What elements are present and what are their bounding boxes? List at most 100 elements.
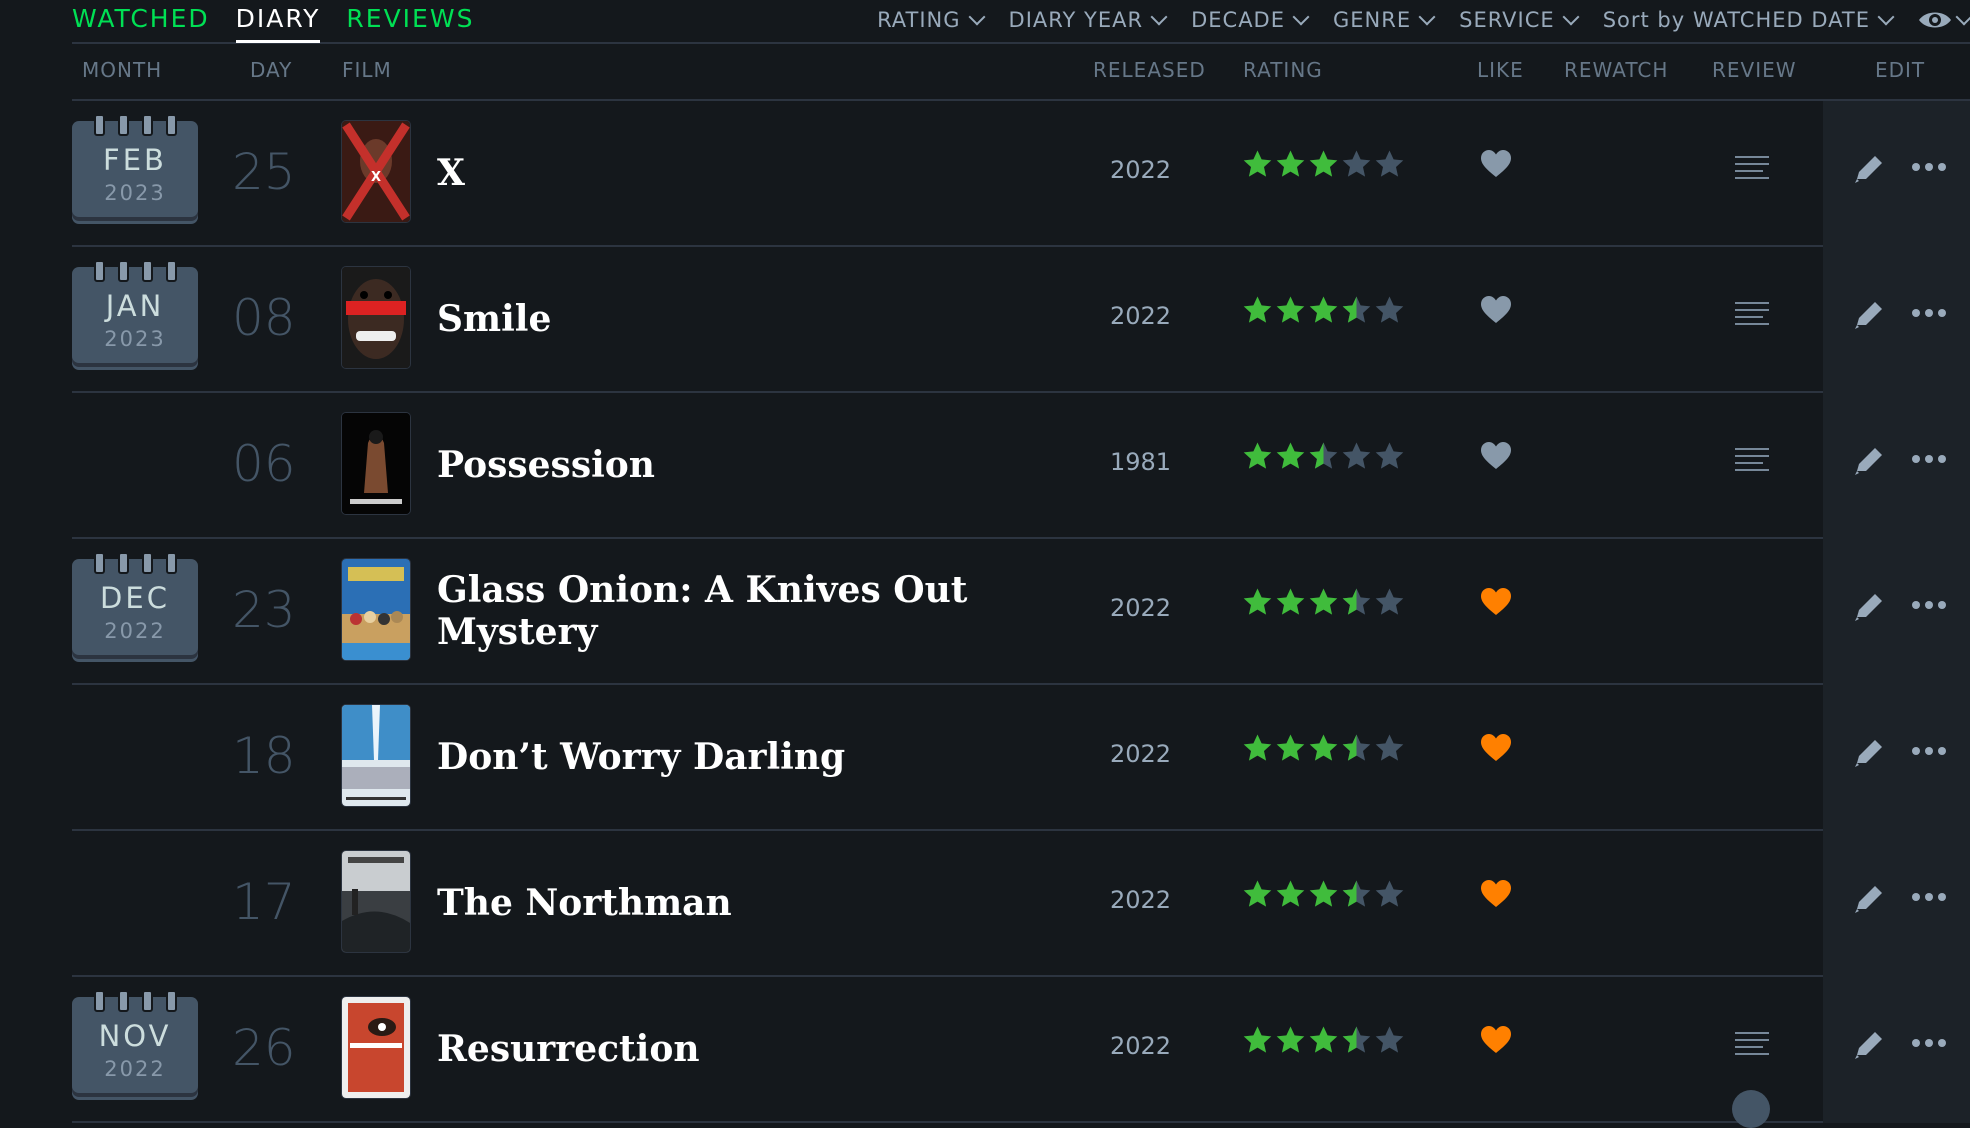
- dot: [1925, 163, 1933, 171]
- film-title[interactable]: The Northman: [437, 831, 977, 975]
- more-icon[interactable]: [1912, 601, 1946, 609]
- release-year[interactable]: 2022: [1110, 302, 1171, 330]
- heart-icon[interactable]: [1480, 1025, 1512, 1055]
- sort-dropdown[interactable]: Sort by WATCHED DATE: [1603, 8, 1895, 32]
- film-poster[interactable]: [342, 851, 410, 952]
- review-lines-icon[interactable]: [1735, 302, 1769, 330]
- rating-stars[interactable]: [1242, 441, 1405, 472]
- review-lines-icon[interactable]: [1735, 156, 1769, 184]
- chevron-down-icon: [1292, 8, 1310, 26]
- star-icon: [1375, 1026, 1404, 1053]
- release-year[interactable]: 2022: [1110, 886, 1171, 914]
- release-year[interactable]: 2022: [1110, 156, 1171, 184]
- dot: [1912, 163, 1920, 171]
- diary-row: NOV 2022 26 Resurrection 2022: [72, 977, 1970, 1123]
- film-poster[interactable]: X: [342, 121, 410, 222]
- pencil-icon[interactable]: [1851, 445, 1885, 479]
- rating-stars[interactable]: [1242, 733, 1405, 764]
- film-title[interactable]: Smile: [437, 247, 977, 391]
- scroll-indicator[interactable]: [1732, 1090, 1770, 1128]
- film-title[interactable]: Resurrection: [437, 977, 977, 1121]
- star-icon: [1309, 734, 1338, 761]
- tab-reviews[interactable]: REVIEWS: [346, 0, 474, 40]
- review-lines-icon[interactable]: [1735, 448, 1769, 476]
- rating-stars[interactable]: [1242, 295, 1405, 326]
- tab-diary[interactable]: DIARY: [235, 0, 321, 43]
- diary-row: FEB 2023 25 X X 2022: [72, 101, 1970, 247]
- more-icon[interactable]: [1912, 309, 1946, 317]
- heart-icon[interactable]: [1480, 587, 1512, 617]
- review-lines-icon[interactable]: [1735, 1032, 1769, 1060]
- more-icon[interactable]: [1912, 893, 1946, 901]
- film-title[interactable]: Possession: [437, 393, 977, 537]
- edit-column-bg: [1823, 101, 1970, 247]
- heart-icon[interactable]: [1480, 879, 1512, 909]
- filter-genre[interactable]: GENRE: [1333, 8, 1436, 32]
- heart-icon[interactable]: [1480, 295, 1512, 325]
- more-icon[interactable]: [1912, 1039, 1946, 1047]
- column-header: MONTH DAY FILM RELEASED RATING LIKE REWA…: [72, 44, 1970, 101]
- film-poster[interactable]: [342, 705, 410, 806]
- calendar-month: JAN: [105, 289, 165, 323]
- more-icon[interactable]: [1912, 747, 1946, 755]
- pencil-icon[interactable]: [1851, 591, 1885, 625]
- release-year[interactable]: 2022: [1110, 740, 1171, 768]
- col-day: DAY: [250, 58, 293, 82]
- edit-column-bg: [1823, 831, 1970, 977]
- filter-decade[interactable]: DECADE: [1191, 8, 1310, 32]
- dot: [1925, 455, 1933, 463]
- star-half-icon: [1342, 588, 1371, 615]
- calendar-ring: [142, 114, 153, 136]
- calendar-icon[interactable]: JAN 2023: [72, 260, 198, 367]
- diary-row: JAN 2023 08 Smile 2022: [72, 247, 1970, 393]
- calendar-ring: [94, 552, 105, 574]
- edit-column-bg: [1823, 539, 1970, 685]
- more-icon[interactable]: [1912, 163, 1946, 171]
- calendar-ring: [166, 260, 177, 282]
- star-icon: [1309, 150, 1338, 177]
- release-year[interactable]: 2022: [1110, 1032, 1171, 1060]
- heart-icon[interactable]: [1480, 441, 1512, 471]
- dot: [1912, 455, 1920, 463]
- film-title[interactable]: Don’t Worry Darling: [437, 685, 977, 829]
- calendar-ring: [118, 114, 129, 136]
- pencil-icon[interactable]: [1851, 1029, 1885, 1063]
- pencil-icon[interactable]: [1851, 737, 1885, 771]
- rating-stars[interactable]: [1242, 1025, 1405, 1056]
- calendar-icon[interactable]: NOV 2022: [72, 990, 198, 1097]
- pencil-icon[interactable]: [1851, 299, 1885, 333]
- calendar-year: 2023: [104, 181, 166, 205]
- rating-stars[interactable]: [1242, 149, 1405, 180]
- star-icon: [1243, 296, 1272, 323]
- calendar-month: DEC: [100, 581, 170, 615]
- calendar-icon[interactable]: FEB 2023: [72, 114, 198, 221]
- heart-icon[interactable]: [1480, 733, 1512, 763]
- filter-rating[interactable]: RATING: [877, 8, 986, 32]
- calendar-icon[interactable]: DEC 2022: [72, 552, 198, 659]
- film-poster[interactable]: [342, 559, 410, 660]
- pencil-icon[interactable]: [1851, 883, 1885, 917]
- film-title[interactable]: X: [437, 101, 977, 245]
- pencil-icon[interactable]: [1851, 153, 1885, 187]
- visibility-toggle[interactable]: [1918, 8, 1970, 31]
- rating-stars[interactable]: [1242, 879, 1405, 910]
- star-icon: [1243, 734, 1272, 761]
- film-title[interactable]: Glass Onion: A Knives Out Mystery: [437, 539, 977, 683]
- filter-diary-year[interactable]: DIARY YEAR: [1009, 8, 1168, 32]
- heart-icon[interactable]: [1480, 149, 1512, 179]
- star-half-icon: [1342, 880, 1371, 907]
- release-year[interactable]: 2022: [1110, 594, 1171, 622]
- filter-service[interactable]: SERVICE: [1459, 8, 1580, 32]
- tab-bar: WATCHED DIARY REVIEWS: [72, 0, 474, 43]
- more-icon[interactable]: [1912, 455, 1946, 463]
- star-icon: [1243, 880, 1272, 907]
- film-poster[interactable]: [342, 413, 410, 514]
- edit-column-bg: [1823, 247, 1970, 393]
- rating-stars[interactable]: [1242, 587, 1405, 618]
- tab-watched[interactable]: WATCHED: [72, 0, 210, 40]
- release-year[interactable]: 1981: [1110, 448, 1171, 476]
- chevron-down-icon: [1150, 8, 1168, 26]
- film-poster[interactable]: [342, 997, 410, 1098]
- top-navigation: WATCHED DIARY REVIEWS RATING DIARY YEAR …: [72, 0, 1970, 44]
- film-poster[interactable]: [342, 267, 410, 368]
